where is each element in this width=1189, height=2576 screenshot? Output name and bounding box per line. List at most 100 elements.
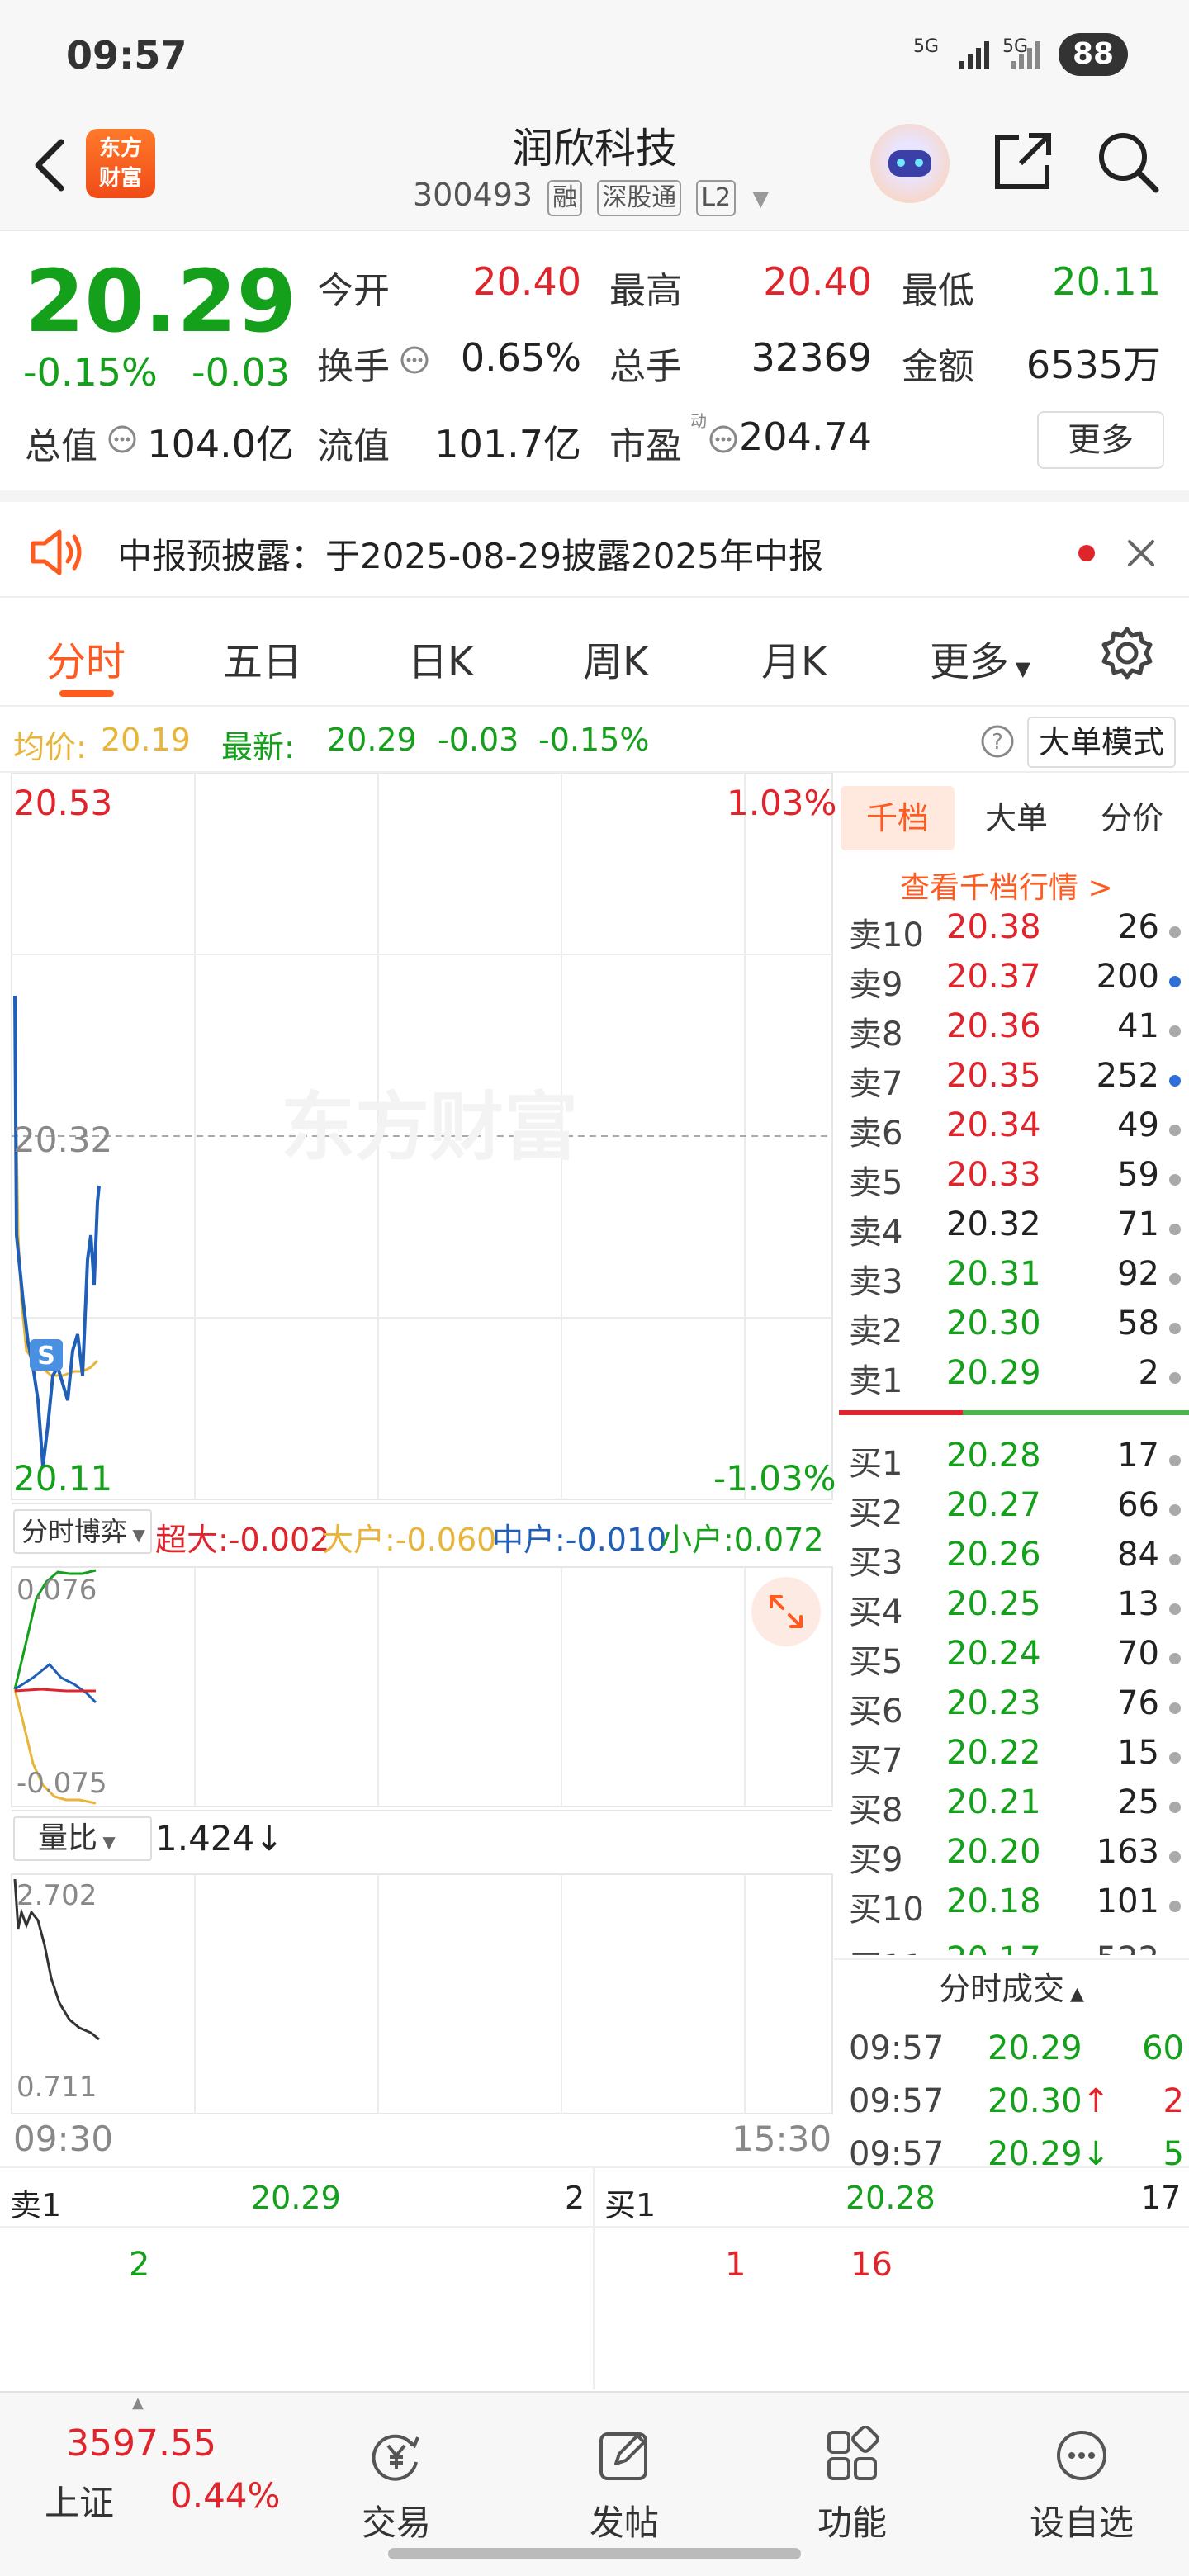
queue-buy-label: 买1 — [604, 2187, 656, 2223]
sell-volume: 2 — [1138, 1354, 1159, 1392]
buy-volume: 25 — [1117, 1783, 1159, 1821]
buy-level-label: 买10 — [849, 1891, 924, 1929]
book-tab-big-order[interactable]: 大单 — [959, 786, 1073, 850]
sell-volume: 71 — [1117, 1205, 1159, 1243]
tab-weekly-k[interactable]: 周K — [583, 629, 648, 687]
order-dot — [1169, 1075, 1181, 1087]
change-amount: -0.03 — [192, 350, 291, 395]
buy-row[interactable]: 买7 20.22 15 — [839, 1734, 1189, 1783]
ratio-axis-top: 2.702 — [17, 1879, 97, 1912]
ticks-header[interactable]: 分时成交 ▲ — [834, 1958, 1189, 2016]
share-icon[interactable] — [991, 129, 1055, 193]
sell-volume: 200 — [1096, 958, 1159, 996]
sell-row[interactable]: 卖5 20.33 59 — [839, 1156, 1189, 1205]
buy-row[interactable]: 买3 20.26 84 — [839, 1536, 1189, 1585]
latest-value: 20.29 — [327, 722, 417, 758]
info-circle-icon[interactable] — [106, 423, 139, 456]
tick-row: 09:57 20.30↑ 2 — [839, 2082, 1189, 2132]
queue-sell-label: 卖1 — [10, 2187, 62, 2223]
search-icon[interactable] — [1095, 129, 1161, 195]
buy-level-label: 买2 — [849, 1494, 903, 1532]
buy-row[interactable]: 买10 20.18 101 — [839, 1882, 1189, 1932]
buy-level-label: 买4 — [849, 1593, 903, 1631]
more-button[interactable]: 更多 — [1037, 411, 1164, 469]
tick-row: 09:57 20.29 60 — [839, 2029, 1189, 2079]
mktcap-label: 总值 — [25, 425, 97, 467]
buy-level-label: 买6 — [849, 1693, 903, 1731]
notice-bar[interactable]: 中报预披露：于2025-08-29披露2025年中报 — [0, 490, 1189, 598]
sell-row[interactable]: 卖8 20.36 41 — [839, 1007, 1189, 1057]
big-order-mode-button[interactable]: 大单模式 — [1027, 717, 1176, 768]
avg-value: 20.19 — [101, 722, 191, 758]
buy-row[interactable]: 买6 20.23 76 — [839, 1684, 1189, 1734]
book-tab-thousand[interactable]: 千档 — [841, 786, 955, 850]
sell-price: 20.29 — [946, 1354, 1041, 1392]
sell-row[interactable]: 卖9 20.37 200 — [839, 958, 1189, 1007]
buy-price: 20.18 — [946, 1882, 1041, 1920]
ai-assistant-avatar[interactable] — [870, 124, 950, 203]
sell-price: 20.35 — [946, 1057, 1041, 1095]
sell-row[interactable]: 卖2 20.30 58 — [839, 1305, 1189, 1354]
tag-connect: 深股通 — [597, 180, 682, 216]
app-header: 东方 财富 润欣科技 300493 融 深股通 L2 ▼ — [0, 107, 1189, 231]
flow-selector[interactable]: 分时博弈 ▼ — [13, 1509, 152, 1554]
order-dot — [1169, 1273, 1181, 1285]
close-icon[interactable] — [1126, 538, 1156, 568]
buy-volume: 66 — [1117, 1486, 1159, 1524]
notice-text: 中报预披露：于2025-08-29披露2025年中报 — [117, 536, 823, 576]
book-tab-price-split[interactable]: 分价 — [1075, 786, 1189, 850]
sell-level-label: 卖2 — [849, 1313, 903, 1351]
speaker-icon — [31, 529, 82, 575]
index-value[interactable]: 3597.55 — [66, 2422, 216, 2465]
order-dot — [1169, 1504, 1181, 1516]
expand-button[interactable] — [751, 1577, 821, 1646]
buy-row[interactable]: 买1 20.28 17 — [839, 1437, 1189, 1486]
tab-intraday[interactable]: 分时 — [46, 629, 126, 687]
float-label: 流值 — [317, 425, 390, 467]
sell-volume: 252 — [1096, 1057, 1159, 1095]
buy-row[interactable]: 买2 20.27 66 — [839, 1486, 1189, 1536]
sell-row[interactable]: 卖4 20.32 71 — [839, 1205, 1189, 1255]
tab-daily-k[interactable]: 日K — [408, 629, 473, 687]
high-label: 最高 — [609, 270, 682, 312]
collapse-caret-icon[interactable]: ▲ — [132, 2394, 144, 2412]
sell-row[interactable]: 卖3 20.31 92 — [839, 1255, 1189, 1305]
ratio-selector[interactable]: 量比 ▼ — [13, 1816, 152, 1861]
pe-label: 市盈 — [609, 425, 682, 467]
sell-price: 20.37 — [946, 958, 1041, 996]
sell-row[interactable]: 卖7 20.35 252 — [839, 1057, 1189, 1106]
index-name[interactable]: 上证 — [45, 2475, 114, 2526]
buy-volume: 17 — [1117, 1437, 1159, 1475]
info-circle-icon[interactable] — [398, 343, 431, 376]
help-icon[interactable]: ? — [979, 723, 1016, 760]
sell-level-label: 卖1 — [849, 1362, 903, 1400]
settings-gear-icon[interactable] — [1098, 624, 1156, 682]
intraday-chart[interactable]: 东方财富 S — [0, 773, 834, 2176]
ratio-value: 1.424↓ — [155, 1818, 284, 1859]
pe-superscript: 动 — [690, 411, 707, 431]
order-dot — [1169, 1455, 1181, 1466]
low-value: 20.11 — [1052, 259, 1161, 304]
chevron-down-icon[interactable]: ▼ — [752, 187, 769, 211]
view-depth-link[interactable]: 查看千档行情 > — [900, 864, 1113, 907]
sell-row[interactable]: 卖10 20.38 26 — [839, 908, 1189, 958]
ratio-axis-bottom: 0.711 — [17, 2071, 97, 2104]
tab-five-day[interactable]: 五日 — [223, 629, 302, 687]
order-dot — [1169, 1025, 1181, 1037]
svg-text:?: ? — [992, 730, 1003, 755]
tab-monthly-k[interactable]: 月K — [761, 629, 827, 687]
buy-level-label: 买7 — [849, 1742, 903, 1780]
price-info-line: 均价: 20.19 最新: 20.29 -0.03 -0.15% ? 大单模式 — [0, 710, 1189, 773]
buy-row[interactable]: 买8 20.21 25 — [839, 1783, 1189, 1833]
index-percent[interactable]: 0.44% — [170, 2475, 280, 2516]
order-dot — [1169, 1125, 1181, 1136]
buy-row[interactable]: 买4 20.25 13 — [839, 1585, 1189, 1635]
more-dots-icon — [1057, 2431, 1106, 2480]
sell-row[interactable]: 卖6 20.34 49 — [839, 1106, 1189, 1156]
buy-row[interactable]: 买9 20.20 163 — [839, 1833, 1189, 1882]
sell-row[interactable]: 卖1 20.29 2 — [839, 1354, 1189, 1404]
home-indicator[interactable] — [388, 2548, 801, 2559]
active-tab-indicator — [59, 690, 114, 697]
buy-row[interactable]: 买5 20.24 70 — [839, 1635, 1189, 1684]
tab-more[interactable]: 更多 ▼ — [930, 629, 1030, 687]
